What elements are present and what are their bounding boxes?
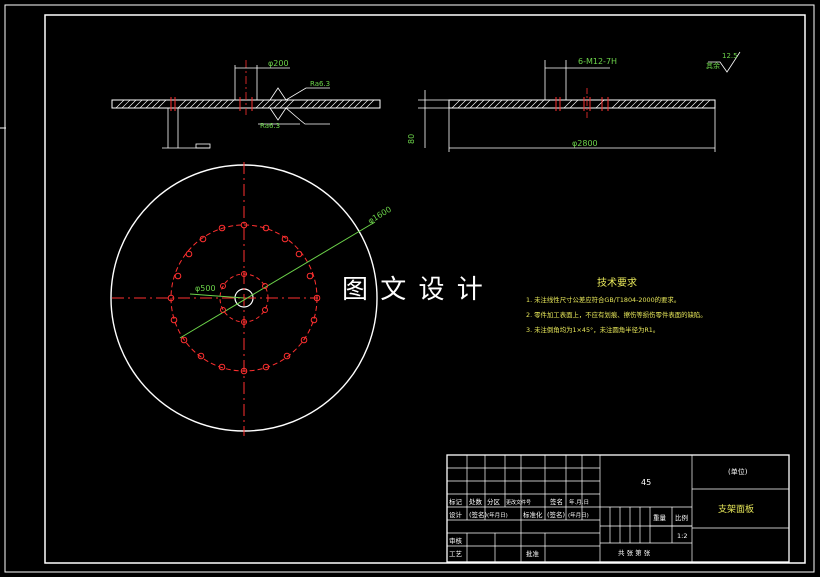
- dim-outer-label: φ1600: [366, 205, 393, 226]
- tb-scale-label: 比例: [675, 513, 688, 522]
- tb-drawing-name: 支架面板: [718, 503, 754, 515]
- tb-sign-paren-1: (签名): [469, 510, 487, 519]
- tech-req-item-2: 2. 零件加工表面上，不应有划痕、擦伤等损伤零件表面的缺陷。: [526, 310, 707, 319]
- dim-diameter-label: φ200: [268, 59, 289, 68]
- roughness-note: 其余: [706, 61, 720, 70]
- tb-date-paren-1: (年月日): [487, 511, 508, 519]
- tb-approve: 批准: [526, 549, 540, 558]
- roughness-label-1: Ra6.3: [310, 80, 330, 88]
- cad-drawing-canvas: φ200 Ra6.3 Ra6.3 6-M12-7H 12.5 其余 80 φ28…: [0, 4, 815, 573]
- dim-overall-label: φ2800: [572, 139, 598, 148]
- tb-mark: 标记: [449, 497, 463, 506]
- top-left-section-view: φ200 Ra6.3 Ra6.3: [111, 59, 381, 149]
- tech-req-item-1: 1. 未注线性尺寸公差应符合GB/T1804-2000的要求。: [526, 295, 680, 304]
- roughness-label-2: Ra6.3: [260, 122, 280, 130]
- dim-inner-label: φ500: [195, 284, 216, 293]
- top-right-section-view: 6-M12-7H 12.5 其余 80 φ2800: [407, 51, 741, 152]
- tb-unit-name: (单位): [728, 467, 748, 476]
- roughness-value: 12.5: [722, 52, 738, 60]
- technical-requirements: 技术要求 1. 未注线性尺寸公差应符合GB/T1804-2000的要求。 2. …: [526, 276, 707, 334]
- tb-weight-label: 重量: [653, 514, 667, 522]
- tb-material: 45: [641, 478, 651, 487]
- tb-process: 工艺: [449, 550, 463, 558]
- tb-sheets: 共 张 第 张: [618, 548, 651, 557]
- watermark-text: 图 文 设 计: [342, 275, 485, 305]
- title-block: 标记 处数 分区 更改文件号 签名 年.月.日 设计 (签名) (年月日) 标准…: [446, 454, 790, 563]
- tb-change-doc: 更改文件号: [506, 499, 531, 506]
- tb-sign-paren-2: (签名): [547, 510, 565, 519]
- tb-scale-value: 1:2: [677, 532, 687, 540]
- tb-check: 审核: [449, 536, 463, 545]
- tb-sign: 签名: [550, 497, 563, 506]
- tech-req-title: 技术要求: [597, 276, 637, 289]
- tb-date-paren-2: (年月日): [568, 511, 589, 519]
- tech-req-item-3: 3. 未注倒角均为1×45°，未注圆角半径为R1。: [526, 325, 659, 334]
- dim-height-label: 80: [407, 134, 416, 144]
- thread-callout: 6-M12-7H: [578, 57, 617, 66]
- tb-zone: 分区: [487, 497, 501, 506]
- tb-designer: 设计: [449, 510, 463, 519]
- tb-date: 年.月.日: [569, 498, 589, 506]
- tb-standardize: 标准化: [523, 510, 543, 519]
- tb-count: 处数: [469, 497, 483, 506]
